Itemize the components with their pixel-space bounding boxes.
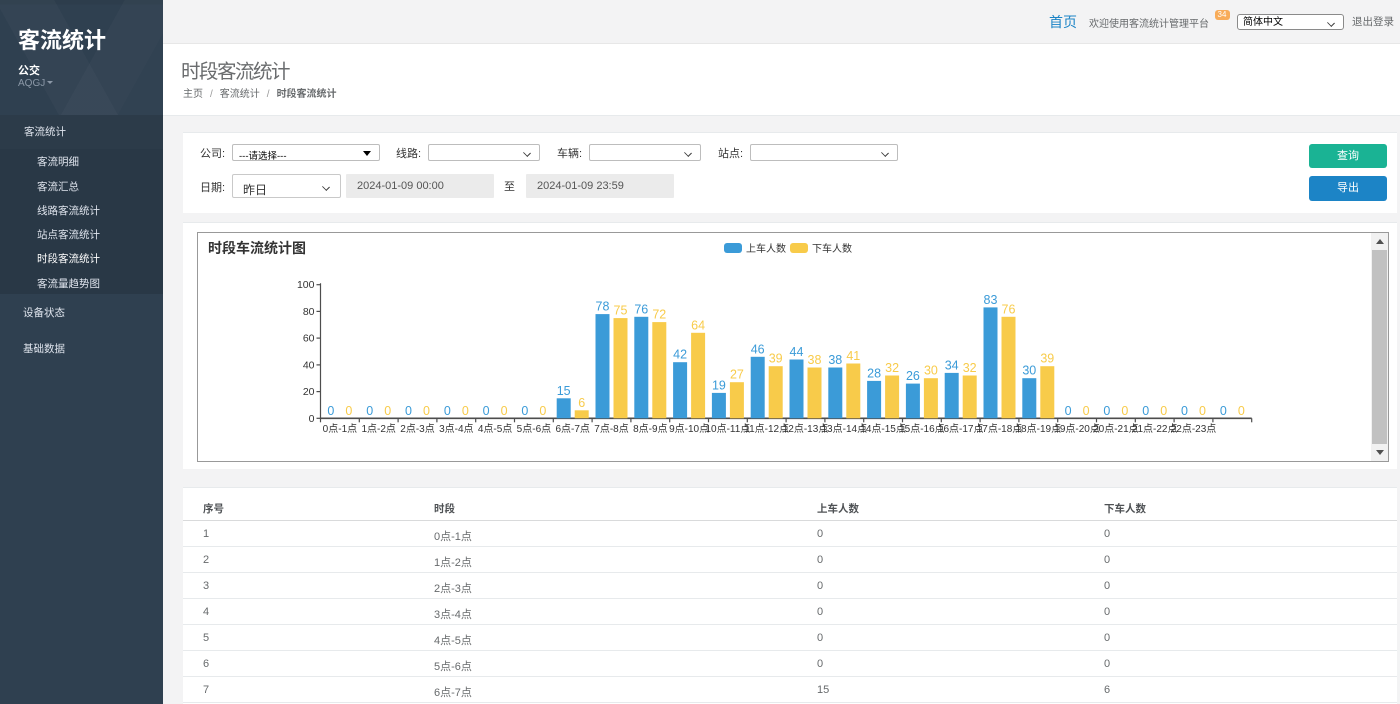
svg-text:28: 28 [867,366,881,380]
svg-text:0: 0 [327,404,334,418]
svg-text:0: 0 [501,404,508,418]
svg-text:64: 64 [691,318,705,332]
svg-text:22点-23点: 22点-23点 [1171,423,1217,435]
svg-text:44: 44 [790,345,804,359]
svg-text:0: 0 [483,404,490,418]
svg-text:76: 76 [1002,302,1016,316]
svg-text:27: 27 [730,368,744,382]
svg-text:0: 0 [521,404,528,418]
svg-text:0点-1点: 0点-1点 [323,423,357,435]
svg-text:6: 6 [578,396,585,410]
svg-text:32: 32 [963,361,977,375]
svg-text:75: 75 [614,304,628,318]
svg-text:0: 0 [1181,404,1188,418]
svg-text:5点-6点: 5点-6点 [517,423,551,435]
svg-text:20: 20 [303,386,315,398]
svg-text:38: 38 [808,353,822,367]
svg-text:0: 0 [405,404,412,418]
svg-text:0: 0 [423,404,430,418]
svg-text:32: 32 [885,361,899,375]
svg-text:76: 76 [634,302,648,316]
svg-text:30: 30 [1022,364,1036,378]
svg-text:41: 41 [846,349,860,363]
svg-text:40: 40 [303,359,315,371]
svg-text:60: 60 [303,333,315,345]
svg-text:0: 0 [1238,404,1245,418]
svg-text:19: 19 [712,378,726,392]
svg-text:26: 26 [906,369,920,383]
svg-text:6点-7点: 6点-7点 [555,423,589,435]
svg-text:0: 0 [1199,404,1206,418]
svg-text:46: 46 [751,342,765,356]
svg-text:0: 0 [309,413,315,425]
svg-text:0: 0 [1220,404,1227,418]
svg-text:0: 0 [1083,404,1090,418]
svg-text:39: 39 [1040,352,1054,366]
svg-text:0: 0 [366,404,373,418]
svg-text:0: 0 [444,404,451,418]
svg-text:15: 15 [557,384,571,398]
svg-text:0: 0 [1103,404,1110,418]
svg-text:42: 42 [673,348,687,362]
svg-text:80: 80 [303,306,315,318]
svg-text:83: 83 [984,293,998,307]
svg-text:8点-9点: 8点-9点 [633,423,667,435]
svg-text:0: 0 [1160,404,1167,418]
svg-text:34: 34 [945,358,959,372]
svg-text:0: 0 [462,404,469,418]
svg-text:100: 100 [297,279,315,291]
svg-text:30: 30 [924,364,938,378]
svg-text:0: 0 [1121,404,1128,418]
svg-text:78: 78 [596,300,610,314]
svg-text:0: 0 [1142,404,1149,418]
svg-text:72: 72 [652,308,666,322]
svg-text:1点-2点: 1点-2点 [361,423,395,435]
svg-text:9点-10点: 9点-10点 [669,423,709,435]
svg-text:4点-5点: 4点-5点 [478,423,512,435]
svg-text:0: 0 [539,404,546,418]
svg-text:39: 39 [769,352,783,366]
svg-text:0: 0 [1065,404,1072,418]
svg-text:0: 0 [345,404,352,418]
svg-text:2点-3点: 2点-3点 [400,423,434,435]
svg-text:7点-8点: 7点-8点 [594,423,628,435]
svg-text:38: 38 [828,353,842,367]
svg-text:0: 0 [384,404,391,418]
svg-text:3点-4点: 3点-4点 [439,423,473,435]
